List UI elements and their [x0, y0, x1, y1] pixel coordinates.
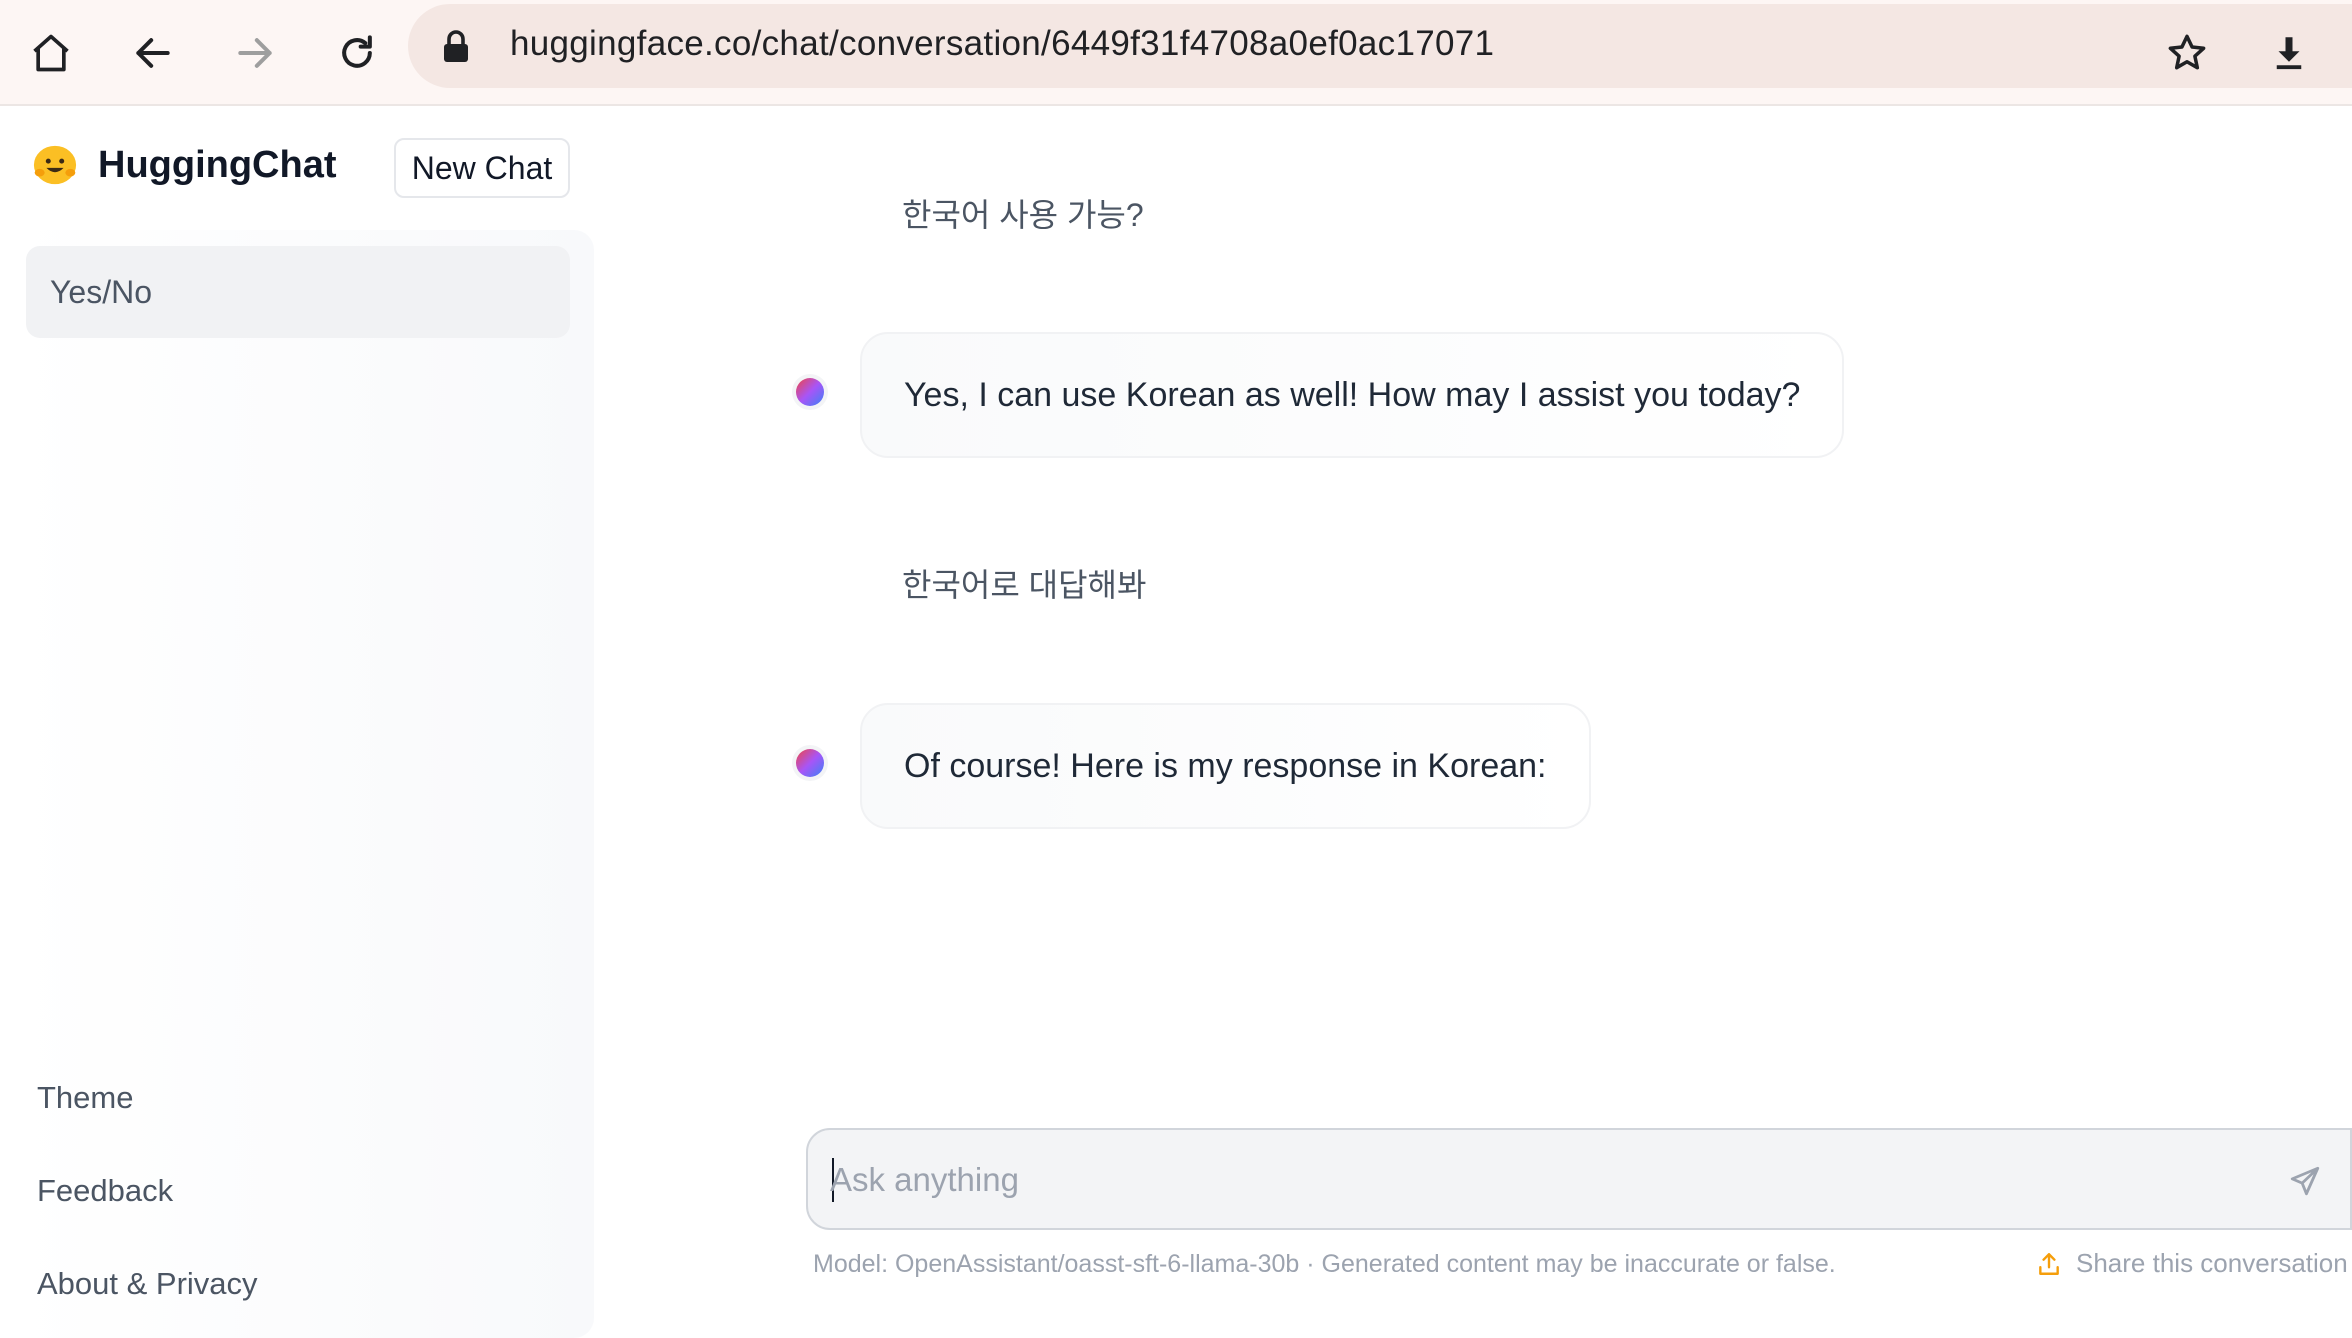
conversation-list: Yes/No [14, 230, 594, 1136]
share-conversation-link[interactable]: Share this conversation [2036, 1248, 2348, 1279]
address-bar[interactable]: huggingface.co/chat/conversation/6449f31… [408, 4, 2352, 88]
share-label: Share this conversation [2076, 1248, 2348, 1278]
feedback-link[interactable]: Feedback [37, 1173, 173, 1209]
back-arrow-icon[interactable] [118, 18, 188, 88]
forward-arrow-icon[interactable] [220, 18, 290, 88]
reload-icon[interactable] [322, 18, 392, 88]
url-text: huggingface.co/chat/conversation/6449f31… [510, 24, 1495, 63]
send-icon[interactable] [2280, 1156, 2330, 1206]
home-icon[interactable] [16, 18, 86, 88]
assistant-message-bubble: Yes, I can use Korean as well! How may I… [860, 332, 1845, 458]
chat-input[interactable] [830, 1150, 2230, 1210]
assistant-avatar [796, 378, 824, 406]
lock-icon [444, 30, 468, 62]
brand[interactable]: HuggingChat [32, 142, 337, 188]
chat-input-box [806, 1128, 2352, 1230]
brand-name: HuggingChat [98, 143, 337, 186]
assistant-message-bubble: Of course! Here is my response in Korean… [860, 703, 1591, 829]
theme-link[interactable]: Theme [37, 1080, 133, 1116]
new-chat-button[interactable]: New Chat [394, 138, 570, 198]
browser-toolbar: huggingface.co/chat/conversation/6449f31… [0, 0, 2352, 106]
conversation-item[interactable]: Yes/No [26, 246, 570, 338]
download-icon[interactable] [2254, 18, 2324, 88]
assistant-avatar [796, 749, 824, 777]
share-icon [2039, 1252, 2059, 1275]
bookmark-star-icon[interactable] [2152, 18, 2222, 88]
conversation-title: Yes/No [50, 273, 152, 310]
model-disclaimer: Model: OpenAssistant/oasst-sft-6-llama-3… [813, 1250, 1836, 1278]
user-message: 한국어로 대답해봐 [902, 567, 1147, 603]
about-privacy-link[interactable]: About & Privacy [37, 1266, 258, 1302]
sidebar: HuggingChat New Chat Yes/No Theme Feedba… [0, 108, 600, 1338]
user-message: 한국어 사용 가능? [902, 197, 1144, 233]
hugging-face-logo-icon [33, 145, 77, 185]
